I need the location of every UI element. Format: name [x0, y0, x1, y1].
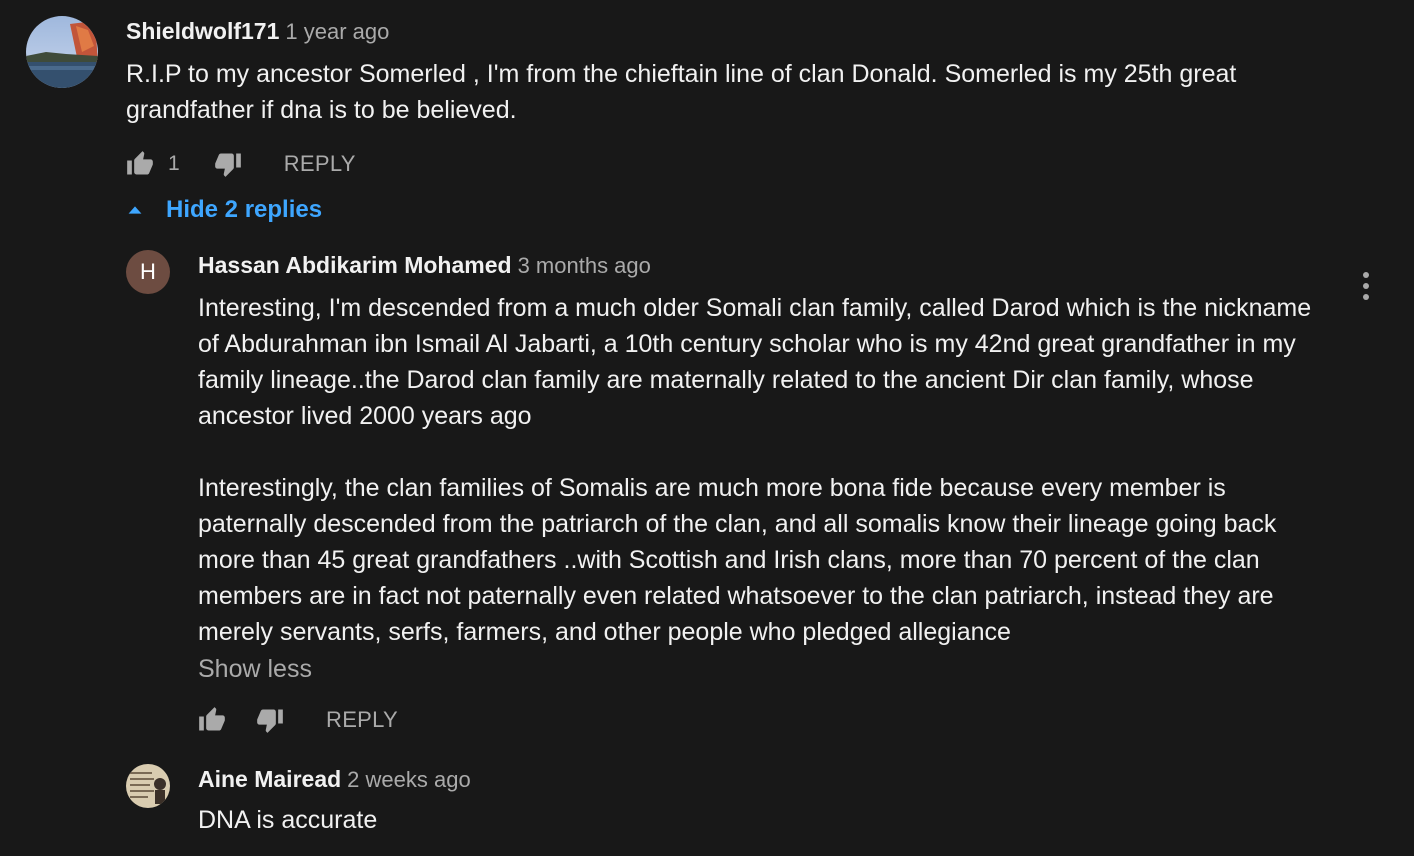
avatar-manuscript-image — [126, 764, 170, 808]
reply-timestamp[interactable]: 2 weeks ago — [347, 767, 471, 792]
reply-header: Hassan Abdikarim Mohamed 3 months ago — [198, 252, 651, 279]
like-count: 1 — [168, 152, 180, 175]
reply-author[interactable]: Hassan Abdikarim Mohamed — [198, 252, 512, 278]
comment-text: R.I.P to my ancestor Somerled , I'm from… — [126, 60, 1244, 124]
avatar-hassan[interactable]: H — [126, 250, 170, 294]
comment-actions: 1 REPLY — [124, 146, 356, 182]
dislike-button[interactable] — [254, 704, 286, 736]
thumbs-up-icon — [127, 151, 153, 175]
reply-author[interactable]: Aine Mairead — [198, 766, 341, 792]
dislike-button[interactable] — [212, 148, 244, 180]
more-vert-icon — [1363, 272, 1369, 278]
avatar-lake-image — [26, 16, 98, 88]
avatar-aine-mairead[interactable] — [126, 764, 170, 808]
avatar-shieldwolf171[interactable] — [26, 16, 98, 88]
reply-text: Interesting, I'm descended from a much o… — [198, 294, 1312, 646]
like-button[interactable] — [196, 704, 228, 736]
reply-text: DNA is accurate — [198, 806, 378, 834]
thumbs-down-icon — [214, 153, 241, 177]
caret-up-icon — [128, 206, 142, 214]
comment-header: Shieldwolf171 1 year ago — [126, 18, 389, 45]
reply-timestamp[interactable]: 3 months ago — [518, 253, 651, 278]
reply-actions: REPLY — [196, 702, 398, 738]
comment-timestamp[interactable]: 1 year ago — [285, 19, 389, 44]
reply-button[interactable]: REPLY — [326, 707, 398, 733]
comment-thread: Shieldwolf171 1 year ago R.I.P to my ance… — [0, 0, 1414, 856]
like-button[interactable] — [124, 148, 156, 180]
reply-button[interactable]: REPLY — [284, 151, 356, 177]
show-less-button[interactable]: Show less — [198, 655, 312, 684]
more-options-button[interactable] — [1352, 268, 1380, 304]
thumbs-down-icon — [257, 709, 283, 733]
hide-replies-label: Hide 2 replies — [166, 196, 323, 223]
hide-replies-toggle[interactable]: Hide 2 replies — [124, 196, 322, 224]
comment-author[interactable]: Shieldwolf171 — [126, 18, 279, 44]
thumbs-up-icon — [199, 707, 225, 731]
reply-header: Aine Mairead 2 weeks ago — [198, 766, 471, 793]
avatar-letter: H — [140, 259, 156, 284]
